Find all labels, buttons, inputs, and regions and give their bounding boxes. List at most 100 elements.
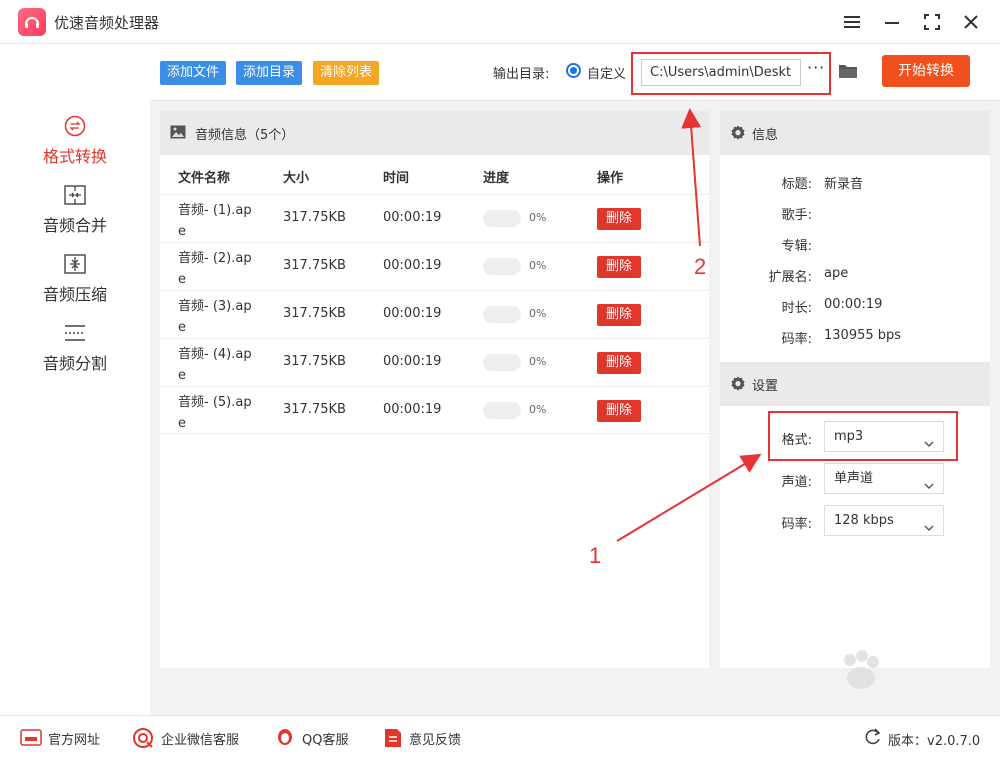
wechat-support-link[interactable]: 企业微信客服 bbox=[161, 729, 239, 748]
chevron-down-icon bbox=[924, 515, 934, 531]
gear-icon bbox=[730, 376, 746, 392]
info-label-extension: 扩展名: bbox=[768, 270, 812, 285]
delete-button[interactable]: 删除 bbox=[597, 208, 641, 230]
channel-select[interactable]: 单声道 bbox=[824, 463, 944, 494]
split-icon bbox=[64, 322, 86, 344]
channel-label: 声道: bbox=[781, 475, 812, 490]
progress-percent: 0% bbox=[529, 259, 547, 272]
info-label-album: 专辑: bbox=[781, 239, 812, 254]
table-row[interactable]: 音频- (2).ape 317.75KB 00:00:19 0% 删除 bbox=[160, 242, 709, 290]
file-duration: 00:00:19 bbox=[383, 354, 442, 369]
folder-icon[interactable] bbox=[838, 62, 858, 80]
progress-percent: 0% bbox=[529, 403, 547, 416]
table-row[interactable]: 音频- (3).ape 317.75KB 00:00:19 0% 删除 bbox=[160, 290, 709, 338]
table-row[interactable]: 音频- (5).ape 317.75KB 00:00:19 0% 删除 bbox=[160, 386, 709, 434]
file-size: 317.75KB bbox=[283, 258, 346, 273]
info-label-title: 标题: bbox=[781, 177, 812, 192]
table-row[interactable]: 音频- (4).ape 317.75KB 00:00:19 0% 删除 bbox=[160, 338, 709, 386]
footer: 官方网址 企业微信客服 QQ客服 意见反馈 版本：v2.0.7.0 bbox=[0, 715, 1000, 760]
custom-radio-label: 自定义 bbox=[587, 67, 627, 82]
sidebar-item-audio-split[interactable]: 音频分割 bbox=[0, 322, 150, 382]
delete-button[interactable]: 删除 bbox=[597, 256, 641, 278]
info-label-artist: 歌手: bbox=[781, 208, 812, 223]
sidebar-item-audio-merge[interactable]: 音频合并 bbox=[0, 184, 150, 244]
annotation-number-2: 2 bbox=[694, 254, 707, 279]
sidebar-item-label: 格式转换 bbox=[42, 147, 107, 166]
refresh-icon[interactable] bbox=[864, 728, 886, 750]
info-section-title: 信息 bbox=[752, 128, 779, 143]
compress-icon bbox=[64, 253, 86, 275]
file-duration: 00:00:19 bbox=[383, 402, 442, 417]
file-duration: 00:00:19 bbox=[383, 210, 442, 225]
file-name: 音频- (1).ape bbox=[178, 203, 252, 239]
sidebar-item-label: 音频合并 bbox=[42, 216, 107, 235]
info-value-bitrate: 130955 bps bbox=[824, 328, 902, 343]
title-bar: 优速音频处理器 bbox=[0, 0, 1000, 44]
channel-select-value: 单声道 bbox=[834, 471, 874, 486]
info-panel: 信息 标题: 新录音 歌手: 专辑: 扩展名: ape 时长: 00:00:19… bbox=[720, 111, 990, 668]
delete-button[interactable]: 删除 bbox=[597, 304, 641, 326]
chevron-down-icon bbox=[924, 473, 934, 489]
sidebar-item-format-convert[interactable]: 格式转换 bbox=[0, 115, 150, 175]
clear-list-button[interactable]: 清除列表 bbox=[313, 61, 380, 85]
sidebar-item-label: 音频分割 bbox=[42, 354, 107, 373]
file-duration: 00:00:19 bbox=[383, 258, 442, 273]
start-convert-button[interactable]: 开始转换 bbox=[882, 55, 970, 87]
file-list-title: 音频信息（5个） bbox=[195, 128, 295, 143]
qq-support-link[interactable]: QQ客服 bbox=[302, 729, 348, 748]
delete-button[interactable]: 删除 bbox=[597, 352, 641, 374]
close-icon[interactable] bbox=[959, 10, 983, 34]
output-path-input[interactable] bbox=[641, 59, 801, 86]
browse-more-button[interactable]: ··· bbox=[807, 58, 825, 77]
settings-section-title: 设置 bbox=[752, 379, 779, 394]
bitrate-select[interactable]: 128 kbps bbox=[824, 505, 944, 536]
feedback-link[interactable]: 意见反馈 bbox=[409, 729, 461, 748]
table-row[interactable]: 音频- (1).ape 317.75KB 00:00:19 0% 删除 bbox=[160, 194, 709, 242]
file-name: 音频- (4).ape bbox=[178, 347, 252, 383]
file-size: 317.75KB bbox=[283, 402, 346, 417]
wechat-icon bbox=[132, 727, 154, 749]
progress-bar bbox=[483, 258, 521, 275]
sidebar: 格式转换 音频合并 音频压缩 音频分割 bbox=[0, 44, 150, 715]
sidebar-item-audio-compress[interactable]: 音频压缩 bbox=[0, 253, 150, 313]
info-label-bitrate: 码率: bbox=[781, 332, 812, 347]
merge-icon bbox=[64, 184, 86, 206]
file-size: 317.75KB bbox=[283, 354, 346, 369]
column-header-name: 文件名称 bbox=[178, 171, 231, 186]
format-label: 格式: bbox=[781, 433, 812, 448]
maximize-icon[interactable] bbox=[920, 10, 944, 34]
progress-percent: 0% bbox=[529, 307, 547, 320]
delete-button[interactable]: 删除 bbox=[597, 400, 641, 422]
file-name: 音频- (2).ape bbox=[178, 251, 252, 287]
custom-radio[interactable] bbox=[566, 63, 581, 78]
column-header-action: 操作 bbox=[597, 171, 624, 186]
qq-icon bbox=[274, 727, 296, 749]
website-icon bbox=[20, 727, 42, 749]
gear-icon bbox=[730, 125, 746, 141]
annotation-number-1: 1 bbox=[589, 543, 602, 568]
website-link[interactable]: 官方网址 bbox=[48, 729, 100, 748]
toolbar: 添加文件 添加目录 清除列表 输出目录: 自定义 ··· 开始转换 bbox=[150, 44, 1000, 101]
minimize-icon[interactable] bbox=[880, 10, 904, 34]
info-value-extension: ape bbox=[824, 266, 849, 281]
settings-section-header: 设置 bbox=[720, 362, 990, 406]
file-list-header: 音频信息（5个） bbox=[160, 111, 709, 155]
file-name: 音频- (5).ape bbox=[178, 395, 252, 431]
info-value-duration: 00:00:19 bbox=[824, 297, 883, 312]
add-file-button[interactable]: 添加文件 bbox=[160, 61, 227, 85]
format-select[interactable]: mp3 bbox=[824, 421, 944, 452]
format-select-value: mp3 bbox=[834, 429, 864, 444]
progress-percent: 0% bbox=[529, 355, 547, 368]
add-directory-button[interactable]: 添加目录 bbox=[236, 61, 303, 85]
progress-bar bbox=[483, 306, 521, 323]
app-logo-icon bbox=[18, 8, 46, 36]
image-icon bbox=[170, 125, 186, 139]
bitrate-select-value: 128 kbps bbox=[834, 513, 894, 528]
output-dir-label: 输出目录: bbox=[493, 67, 550, 82]
file-name: 音频- (3).ape bbox=[178, 299, 252, 335]
info-label-duration: 时长: bbox=[781, 301, 812, 316]
file-list-panel: 音频信息（5个） 文件名称 大小 时间 进度 操作 音频- (1).ape 31… bbox=[160, 111, 709, 668]
bitrate-label: 码率: bbox=[781, 517, 812, 532]
version-text: 版本：v2.0.7.0 bbox=[888, 734, 981, 749]
menu-icon[interactable] bbox=[840, 10, 864, 34]
